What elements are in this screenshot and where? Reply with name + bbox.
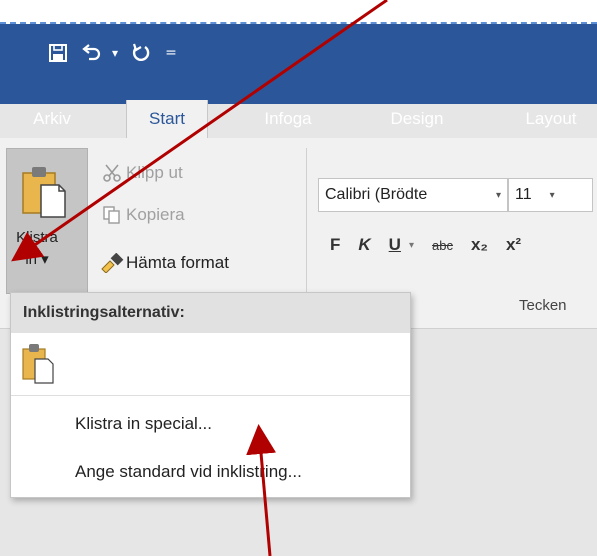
clipboard-paste-icon (22, 167, 66, 218)
format-painter-label: Hämta format (126, 253, 229, 272)
superscript-button[interactable]: x² (506, 235, 521, 255)
strikethrough-button[interactable]: abc (432, 238, 453, 253)
paste-special-item[interactable]: Klistra in special... (75, 409, 212, 439)
tab-arkiv[interactable]: Arkiv (12, 100, 92, 138)
ribbon-tabs: Arkiv Start Infoga Design Layout (0, 100, 597, 138)
underline-button[interactable]: U (389, 235, 401, 255)
tab-design[interactable]: Design (372, 100, 462, 138)
tab-start[interactable]: Start (126, 100, 208, 138)
font-format-row: F K U ▾ abc x₂ x² (330, 230, 521, 260)
paste-button[interactable]: Klistra in ▾ (6, 148, 88, 294)
paste-label-line2: in ▾ (25, 251, 49, 268)
chevron-down-icon[interactable]: ▾ (550, 190, 555, 201)
menu-separator (11, 395, 410, 396)
cut-button[interactable]: Klipp ut (98, 156, 183, 190)
font-size-value: 11 (515, 186, 532, 203)
tab-infoga[interactable]: Infoga (248, 100, 328, 138)
customize-qat-icon[interactable]: = (158, 34, 184, 72)
copy-button[interactable]: Kopiera (98, 198, 185, 232)
cut-label: Klipp ut (126, 163, 183, 182)
font-name-value: Calibri (Brödte (325, 186, 428, 203)
paste-label-line1: Klistra (16, 229, 58, 246)
paste-options-menu: Inklistringsalternativ: Klistra in speci… (10, 292, 411, 498)
scissors-icon (98, 163, 126, 183)
paste-options-header: Inklistringsalternativ: (11, 293, 410, 333)
keep-source-formatting-icon[interactable] (21, 341, 55, 385)
format-painter-icon (98, 253, 126, 273)
paste-label: Klistra in ▾ (9, 227, 65, 271)
copy-icon (98, 205, 126, 225)
tab-layout[interactable]: Layout (508, 100, 594, 138)
set-default-paste-item[interactable]: Ange standard vid inklistring... (75, 457, 302, 487)
save-icon[interactable] (40, 34, 76, 72)
quick-access-toolbar: ▾ = (40, 34, 184, 72)
subscript-button[interactable]: x₂ (471, 235, 488, 255)
chevron-down-icon[interactable]: ▾ (496, 190, 501, 201)
font-group-label: Tecken (519, 297, 567, 314)
redo-icon[interactable] (124, 34, 158, 72)
bold-button[interactable]: F (330, 235, 340, 255)
word-window: ▾ = Arkiv Start Infoga Design Layout Kli… (0, 0, 597, 556)
format-painter-button[interactable]: Hämta format (98, 246, 229, 280)
font-name-combobox[interactable]: Calibri (Brödte ▾ (318, 178, 508, 212)
undo-dropdown-icon[interactable]: ▾ (106, 34, 124, 72)
copy-label: Kopiera (126, 205, 185, 224)
font-size-combobox[interactable]: 11 ▾ (508, 178, 593, 212)
italic-button[interactable]: K (358, 235, 370, 255)
underline-dropdown-icon[interactable]: ▾ (409, 240, 414, 251)
undo-icon[interactable] (76, 34, 106, 72)
